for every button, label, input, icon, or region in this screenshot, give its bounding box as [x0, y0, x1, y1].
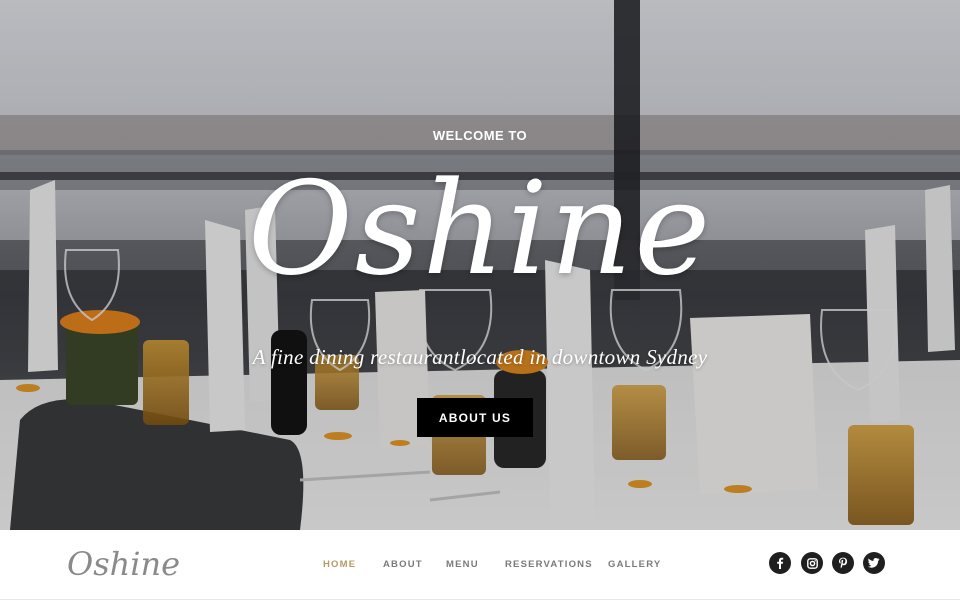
facebook-icon [777, 557, 784, 569]
twitter-icon [868, 558, 880, 568]
nav-item-reservations[interactable]: RESERVATIONS [505, 559, 593, 570]
hero-kicker: WELCOME TO [432, 128, 528, 143]
instagram-link[interactable] [801, 552, 823, 574]
nav-item-home[interactable]: HOME [323, 559, 356, 570]
nav-item-about[interactable]: ABOUT [383, 559, 423, 570]
hero-content: WELCOME TO Oshine A fine dining restaura… [0, 0, 960, 530]
hero-brand-title: Oshine [247, 155, 713, 304]
nav-item-gallery[interactable]: GALLERY [608, 559, 661, 570]
main-navbar: Oshine HOME ABOUT MENU RESERVATIONS GALL… [0, 530, 960, 600]
hero-section: WELCOME TO Oshine A fine dining restaura… [0, 0, 960, 530]
site-logo[interactable]: Oshine [67, 544, 180, 584]
facebook-link[interactable] [769, 552, 791, 574]
about-us-button[interactable]: ABOUT US [417, 398, 533, 437]
twitter-link[interactable] [863, 552, 885, 574]
pinterest-link[interactable] [832, 552, 854, 574]
nav-item-menu[interactable]: MENU [446, 559, 479, 570]
pinterest-icon [839, 557, 848, 569]
hero-tagline: A fine dining restaurantlocated in downt… [252, 345, 708, 369]
instagram-icon [806, 557, 818, 569]
